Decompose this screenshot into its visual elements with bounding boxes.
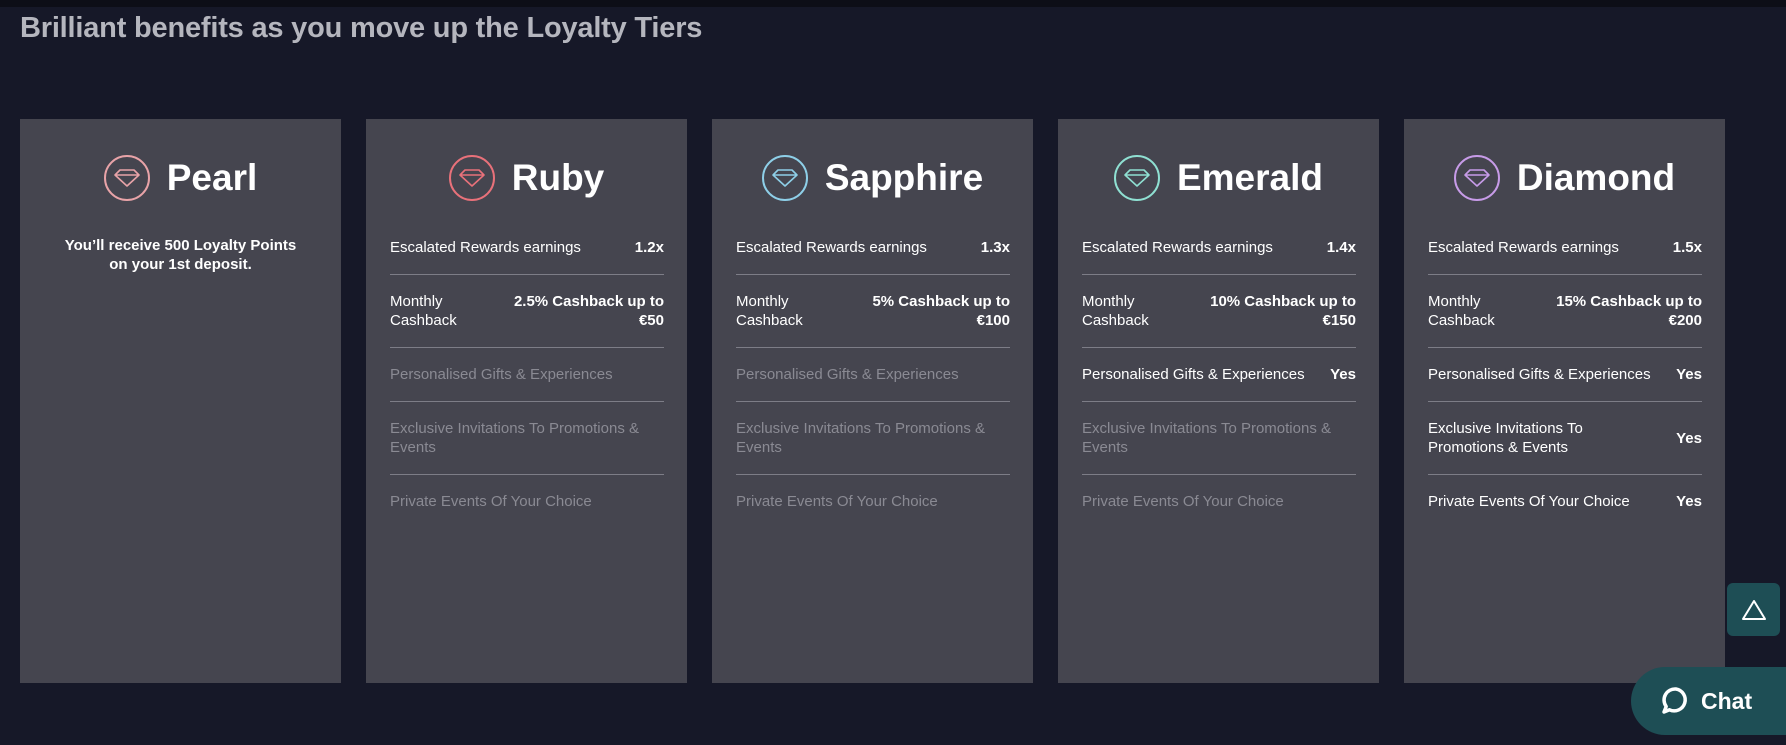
benefit-private-events: Private Events Of Your Choice xyxy=(1082,475,1356,528)
benefit-value: Yes xyxy=(1330,366,1356,383)
benefit-value: 1.2x xyxy=(634,239,664,256)
benefit-invitations: Exclusive Invitations To Promotions & Ev… xyxy=(390,402,664,475)
tier-card-emerald: Emerald Escalated Rewards earnings 1.4x M… xyxy=(1058,119,1379,683)
benefit-private-events: Private Events Of Your Choice xyxy=(736,475,1010,528)
page-title: Brilliant benefits as you move up the Lo… xyxy=(20,12,703,44)
chat-label: Chat xyxy=(1701,687,1753,714)
diamond-gem-icon xyxy=(1113,155,1160,201)
tier-header: Emerald xyxy=(1058,154,1379,202)
tier-name: Pearl xyxy=(166,157,258,198)
benefit-value: Yes xyxy=(1676,366,1702,383)
benefit-value: 1.4x xyxy=(1326,239,1356,256)
tier-card-ruby: Ruby Escalated Rewards earnings 1.2x Mont… xyxy=(366,119,687,683)
benefit-rewards: Escalated Rewards earnings 1.2x xyxy=(390,231,664,275)
benefit-rewards: Escalated Rewards earnings 1.4x xyxy=(1082,231,1356,275)
benefit-rewards: Escalated Rewards earnings 1.3x xyxy=(736,231,1010,275)
benefit-cashback: Monthly Cashback 5% Cashback up to €100 xyxy=(736,275,1010,348)
chat-bubble-icon xyxy=(1662,687,1687,714)
benefit-label: Escalated Rewards earnings xyxy=(1428,239,1619,256)
benefit-label: Private Events Of Your Choice xyxy=(390,493,592,510)
benefit-list: Escalated Rewards earnings 1.4x Monthly C… xyxy=(1082,231,1356,528)
benefit-label: Monthly Cashback xyxy=(1428,293,1495,329)
benefit-invitations: Exclusive Invitations To Promotions & Ev… xyxy=(1082,402,1356,475)
benefit-private-events: Private Events Of Your Choice xyxy=(390,475,664,528)
benefit-rewards: Escalated Rewards earnings 1.5x xyxy=(1428,231,1702,275)
benefit-label: Personalised Gifts & Experiences xyxy=(1428,366,1651,383)
benefit-cashback: Monthly Cashback 15% Cashback up to €200 xyxy=(1428,275,1702,348)
tier-header: Diamond xyxy=(1404,154,1725,202)
benefit-label: Escalated Rewards earnings xyxy=(390,239,581,256)
benefit-private-events: Private Events Of Your Choice Yes xyxy=(1428,475,1702,528)
tier-name: Sapphire xyxy=(824,157,984,198)
benefit-label: Personalised Gifts & Experiences xyxy=(736,366,959,383)
benefit-value: 1.3x xyxy=(980,239,1010,256)
triangle-up-icon xyxy=(1741,599,1766,620)
tier-header: Pearl xyxy=(20,154,341,202)
benefit-list: Escalated Rewards earnings 1.2x Monthly C… xyxy=(390,231,664,528)
benefit-label: Exclusive Invitations To Promotions & Ev… xyxy=(1428,420,1583,456)
benefit-value: 1.5x xyxy=(1672,239,1702,256)
benefit-label: Escalated Rewards earnings xyxy=(736,239,927,256)
benefit-cashback: Monthly Cashback 2.5% Cashback up to €50 xyxy=(390,275,664,348)
diamond-gem-icon xyxy=(1453,155,1500,201)
benefit-gifts: Personalised Gifts & Experiences xyxy=(736,348,1010,402)
benefit-label: Exclusive Invitations To Promotions & Ev… xyxy=(1082,420,1332,456)
benefit-label: Private Events Of Your Choice xyxy=(1082,493,1284,510)
benefit-value: Yes xyxy=(1676,429,1702,447)
benefit-label: Exclusive Invitations To Promotions & Ev… xyxy=(390,420,640,456)
benefit-value: 10% Cashback up to €150 xyxy=(1210,293,1356,329)
tier-header: Ruby xyxy=(366,154,687,202)
tier-header: Sapphire xyxy=(712,154,1033,202)
benefit-label: Monthly Cashback xyxy=(1082,293,1149,329)
scroll-to-top-button[interactable] xyxy=(1727,583,1780,636)
benefit-gifts: Personalised Gifts & Experiences xyxy=(390,348,664,402)
diamond-gem-icon xyxy=(761,155,808,201)
benefit-label: Monthly Cashback xyxy=(736,293,803,329)
tier-card-pearl: Pearl You’ll receive 500 Loyalty Points … xyxy=(20,119,341,683)
tier-name: Diamond xyxy=(1516,157,1676,198)
diamond-gem-icon xyxy=(448,155,495,201)
benefit-value: 5% Cashback up to €100 xyxy=(872,293,1010,329)
tier-card-sapphire: Sapphire Escalated Rewards earnings 1.3x … xyxy=(712,119,1033,683)
benefit-label: Personalised Gifts & Experiences xyxy=(390,366,613,383)
chat-button[interactable]: Chat xyxy=(1631,667,1786,735)
benefit-value: Yes xyxy=(1676,493,1702,510)
benefit-cashback: Monthly Cashback 10% Cashback up to €150 xyxy=(1082,275,1356,348)
benefit-gifts: Personalised Gifts & Experiences Yes xyxy=(1428,348,1702,402)
tier-name: Emerald xyxy=(1176,157,1323,198)
top-bar xyxy=(0,0,1786,7)
benefit-label: Private Events Of Your Choice xyxy=(1428,493,1630,510)
tier-card-diamond: Diamond Escalated Rewards earnings 1.5x M… xyxy=(1404,119,1725,683)
benefit-value: 15% Cashback up to €200 xyxy=(1556,293,1702,329)
tier-name: Ruby xyxy=(511,157,605,198)
benefit-list: Escalated Rewards earnings 1.5x Monthly C… xyxy=(1428,231,1702,528)
benefit-invitations: Exclusive Invitations To Promotions & Ev… xyxy=(1428,402,1702,475)
benefit-gifts: Personalised Gifts & Experiences Yes xyxy=(1082,348,1356,402)
tier-intro: You’ll receive 500 Loyalty Points on you… xyxy=(64,237,297,273)
benefit-label: Escalated Rewards earnings xyxy=(1082,239,1273,256)
benefit-list: Escalated Rewards earnings 1.3x Monthly C… xyxy=(736,231,1010,528)
benefit-value: 2.5% Cashback up to €50 xyxy=(513,293,664,329)
benefit-invitations: Exclusive Invitations To Promotions & Ev… xyxy=(736,402,1010,475)
benefit-label: Personalised Gifts & Experiences xyxy=(1082,366,1305,383)
benefit-label: Exclusive Invitations To Promotions & Ev… xyxy=(736,420,986,456)
diamond-gem-icon xyxy=(103,155,150,201)
benefit-label: Monthly Cashback xyxy=(390,293,457,329)
benefit-label: Private Events Of Your Choice xyxy=(736,493,938,510)
